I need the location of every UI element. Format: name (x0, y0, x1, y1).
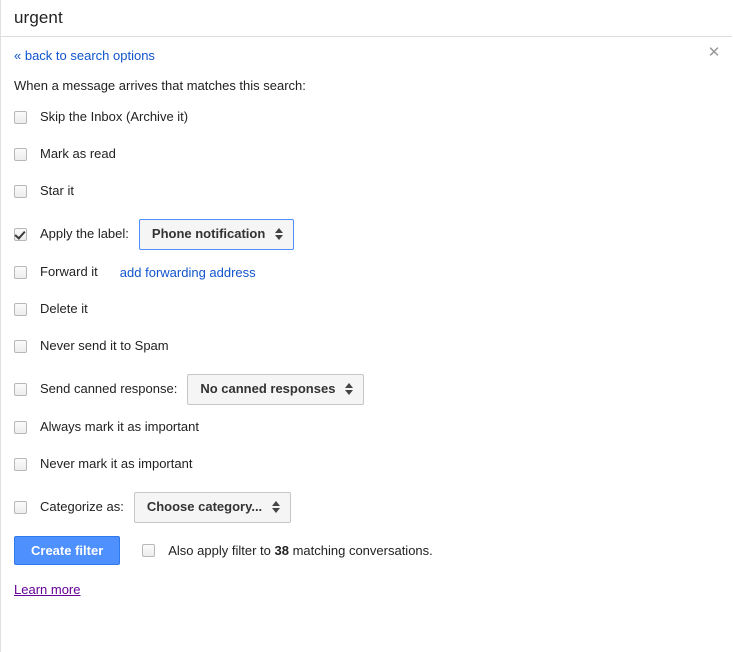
search-header: urgent (1, 0, 732, 37)
updown-arrows-icon (345, 382, 354, 396)
option-label-skip-inbox: Skip the Inbox (Archive it) (40, 109, 189, 124)
checkbox-delete-it[interactable] (14, 302, 27, 316)
create-filter-button[interactable]: Create filter (14, 536, 121, 565)
add-forwarding-address-link[interactable]: add forwarding address (120, 265, 256, 280)
also-apply-filter-label: Also apply filter to 38 matching convers… (168, 543, 433, 559)
options-list: Skip the Inbox (Archive it) Mark as read… (14, 106, 719, 524)
option-label-send-canned-response: Send canned response: (40, 381, 178, 396)
canned-response-select-value: No canned responses (200, 381, 336, 396)
checkbox-always-important[interactable] (14, 420, 27, 434)
checkbox-apply-label[interactable] (14, 227, 27, 241)
intro-text: When a message arrives that matches this… (14, 78, 306, 93)
filter-creation-page: urgent ✕ « back to search options When a… (0, 0, 733, 652)
option-label-never-important: Never mark it as important (40, 456, 193, 471)
label-select-value: Phone notification (151, 226, 266, 241)
option-row-never-important[interactable]: Never mark it as important (14, 453, 719, 475)
label-select[interactable]: Phone notification (138, 218, 295, 250)
option-label-apply-label: Apply the label: (40, 226, 129, 241)
option-row-skip-inbox[interactable]: Skip the Inbox (Archive it) (14, 106, 719, 128)
option-row-never-spam[interactable]: Never send it to Spam (14, 335, 719, 357)
category-select[interactable]: Choose category... (133, 491, 292, 523)
checkbox-never-spam[interactable] (14, 339, 27, 353)
canned-response-select[interactable]: No canned responses (187, 373, 365, 405)
back-to-search-options-link[interactable]: « back to search options (14, 48, 155, 64)
checkbox-categorize-as[interactable] (14, 500, 27, 514)
option-label-forward-it: Forward it (40, 264, 98, 279)
option-row-always-important[interactable]: Always mark it as important (14, 416, 719, 438)
checkbox-never-important[interactable] (14, 457, 27, 471)
footer-actions: Create filter Also apply filter to 38 ma… (14, 536, 719, 565)
filter-options-panel: ✕ « back to search options When a messag… (1, 37, 732, 599)
option-row-apply-label[interactable]: Apply the label: Phone notification (14, 217, 719, 251)
also-apply-suffix: matching conversations. (292, 542, 433, 558)
option-row-categorize-as[interactable]: Categorize as: Choose category... (14, 490, 719, 524)
option-row-mark-as-read[interactable]: Mark as read (14, 143, 719, 165)
option-label-categorize-as: Categorize as: (40, 499, 124, 514)
also-apply-filter-group[interactable]: Also apply filter to 38 matching convers… (142, 543, 433, 559)
close-icon[interactable]: ✕ (706, 45, 722, 61)
checkbox-send-canned-response[interactable] (14, 382, 27, 396)
updown-arrows-icon (272, 500, 281, 514)
category-select-value: Choose category... (146, 499, 263, 514)
option-label-never-spam: Never send it to Spam (40, 338, 169, 353)
matching-conversations-count: 38 (274, 542, 289, 558)
option-row-send-canned-response[interactable]: Send canned response: No canned response… (14, 372, 719, 406)
checkbox-forward-it[interactable] (14, 265, 27, 279)
option-label-always-important: Always mark it as important (40, 419, 199, 434)
checkbox-star-it[interactable] (14, 184, 27, 198)
option-row-star-it[interactable]: Star it (14, 180, 719, 202)
option-label-star-it: Star it (40, 183, 74, 198)
checkbox-skip-inbox[interactable] (14, 110, 27, 124)
checkbox-mark-as-read[interactable] (14, 147, 27, 161)
option-row-forward-it[interactable]: Forward it add forwarding address (14, 261, 719, 283)
option-label-mark-as-read: Mark as read (40, 146, 116, 161)
option-label-delete-it: Delete it (40, 301, 88, 316)
learn-more-link[interactable]: Learn more (14, 582, 80, 598)
checkbox-also-apply-filter[interactable] (142, 544, 156, 557)
search-query-text[interactable]: urgent (14, 8, 63, 28)
option-row-delete-it[interactable]: Delete it (14, 298, 719, 320)
also-apply-prefix: Also apply filter to (168, 542, 271, 558)
updown-arrows-icon (275, 227, 284, 241)
